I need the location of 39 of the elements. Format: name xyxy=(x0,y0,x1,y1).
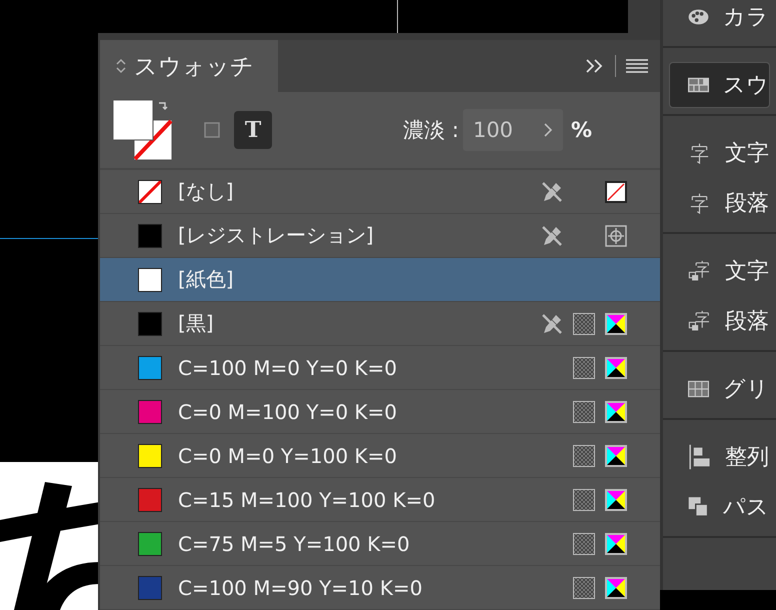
menu-icon[interactable] xyxy=(626,58,648,74)
pencil-crossed-icon xyxy=(540,224,564,248)
dock-panel-item[interactable]: 文字 xyxy=(669,248,770,294)
percent-unit: % xyxy=(570,118,592,142)
swatch-row[interactable]: [紙色] xyxy=(100,258,660,302)
registration-target-icon xyxy=(605,224,627,246)
tint-field[interactable]: 100 xyxy=(462,109,563,152)
checker-icon xyxy=(573,576,595,598)
dock-panel-item[interactable]: スウ xyxy=(669,62,770,108)
process-color-icon xyxy=(605,312,627,334)
process-color-icon xyxy=(605,400,627,422)
chevron-right-icon xyxy=(542,122,553,138)
dock-panel-item[interactable]: 整列 xyxy=(669,434,770,480)
tint-label: 濃淡 : xyxy=(403,117,459,144)
dock-panel-item[interactable]: 文字 xyxy=(669,130,770,176)
checker-icon xyxy=(573,444,595,466)
dock-panel-item[interactable]: 段落 xyxy=(669,298,770,344)
process-color-icon xyxy=(605,488,627,510)
swatches-tab[interactable]: スウォッチ xyxy=(100,40,278,92)
process-color-icon xyxy=(605,576,627,598)
fill-stroke-drawing[interactable] xyxy=(112,99,174,162)
checker-icon xyxy=(573,400,595,422)
pencil-crossed-icon xyxy=(540,312,564,336)
none-swatch-icon xyxy=(605,180,627,202)
dock-panel-item[interactable]: グリ xyxy=(669,366,770,412)
process-color-icon xyxy=(605,444,627,466)
collapse-panel-icon[interactable] xyxy=(585,58,605,74)
text-format-button[interactable]: T xyxy=(234,111,272,150)
process-color-icon xyxy=(605,532,627,554)
dock-panel-item[interactable]: パス xyxy=(669,484,770,530)
collapse-arrows-icon xyxy=(116,58,126,74)
checker-icon xyxy=(573,532,595,554)
process-color-icon xyxy=(605,356,627,378)
checker-icon xyxy=(573,356,595,378)
pencil-crossed-icon xyxy=(540,180,564,204)
checker-icon xyxy=(573,488,595,510)
dock-panel-item[interactable]: 段落 xyxy=(669,180,770,226)
checker-icon xyxy=(573,312,595,334)
dock-panel-item[interactable]: カラ xyxy=(669,0,770,40)
